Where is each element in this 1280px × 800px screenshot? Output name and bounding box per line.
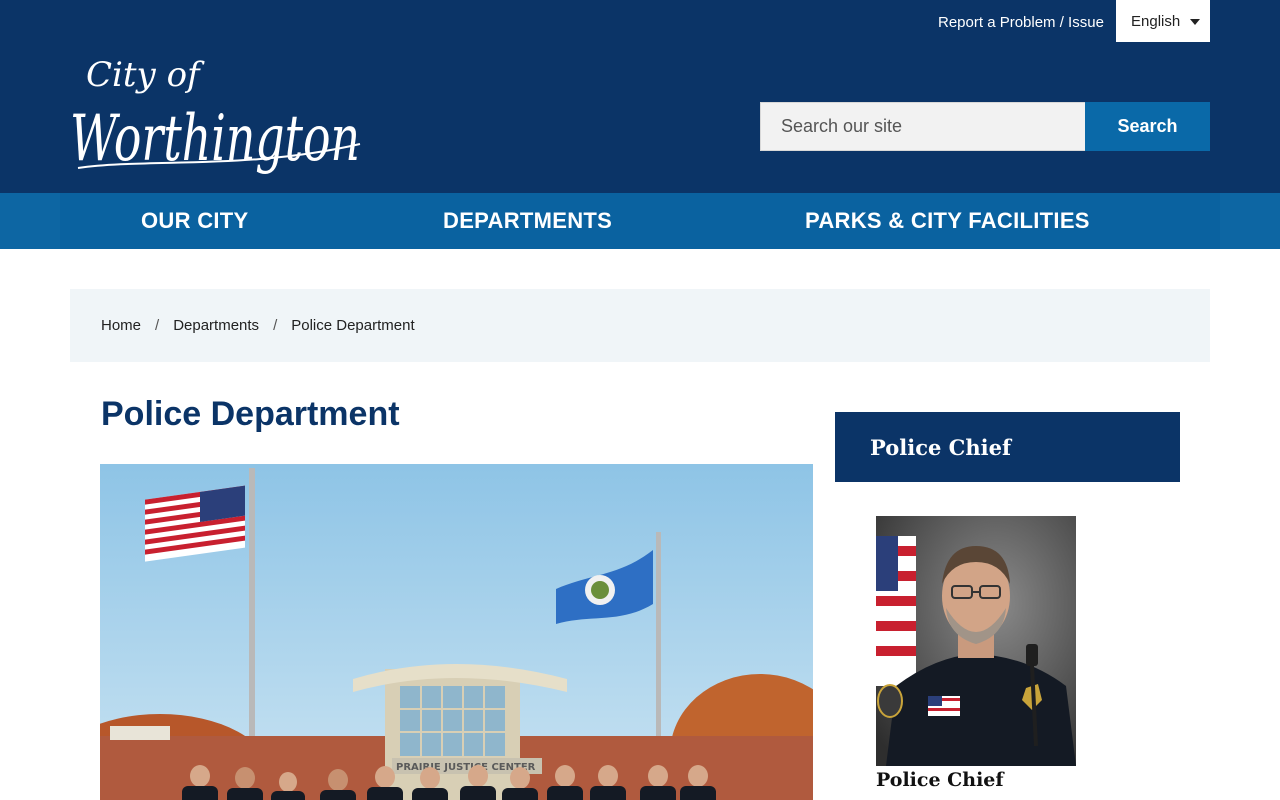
breadcrumb: Home / Departments / Police Department: [70, 289, 1210, 362]
logo-text-top: City of: [86, 55, 205, 95]
search-button[interactable]: Search: [1085, 102, 1210, 151]
police-chief-caption: Police Chief: [876, 769, 1004, 791]
police-team-photo: PRAIRIE JUSTICE CENTER: [100, 464, 813, 800]
police-chief-photo: [876, 516, 1076, 766]
breadcrumb-current: Police Department: [291, 317, 415, 334]
search-input[interactable]: [760, 102, 1085, 151]
nav-item-parks-facilities[interactable]: PARKS & CITY FACILITIES: [805, 207, 1090, 235]
flag-icon: [876, 536, 916, 686]
breadcrumb-separator: /: [273, 317, 278, 334]
city-logo[interactable]: City of Worthington: [68, 48, 368, 188]
language-select[interactable]: English: [1116, 0, 1210, 42]
main-nav: OUR CITY DEPARTMENTS PARKS & CITY FACILI…: [0, 193, 1280, 249]
breadcrumb-departments[interactable]: Departments: [173, 317, 259, 334]
breadcrumb-home[interactable]: Home: [101, 317, 141, 334]
nav-item-departments[interactable]: DEPARTMENTS: [443, 207, 612, 235]
caret-down-icon: [1190, 19, 1200, 25]
language-label: English: [1131, 12, 1181, 30]
hero-image: PRAIRIE JUSTICE CENTER: [100, 464, 813, 800]
nav-item-our-city[interactable]: OUR CITY: [141, 207, 249, 235]
police-chief-portrait: [876, 516, 1076, 766]
report-problem-link[interactable]: Report a Problem / Issue: [938, 13, 1104, 33]
sidebar-heading: Police Chief: [835, 412, 1180, 482]
page-title: Police Department: [101, 395, 400, 433]
sidebar-heading-text: Police Chief: [870, 434, 1012, 460]
site-header: Report a Problem / Issue English City of…: [0, 0, 1280, 193]
city-logo-wordmark: City of Worthington: [70, 55, 361, 176]
breadcrumb-separator: /: [155, 317, 160, 334]
